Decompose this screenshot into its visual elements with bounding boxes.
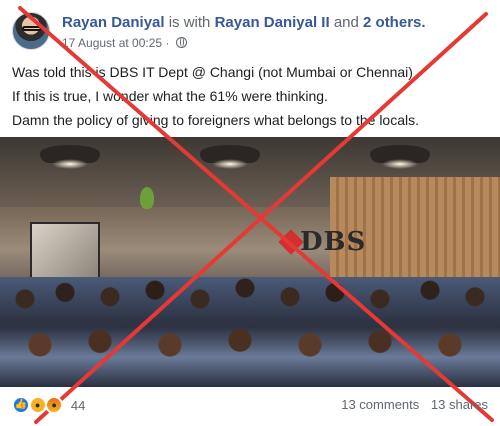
others-link[interactable]: 2 others. (363, 14, 426, 31)
ceiling-lamp (370, 145, 430, 169)
plant (140, 187, 154, 209)
reaction-count[interactable]: 44 (71, 398, 85, 413)
post-meta: 17 August at 00:25 · (62, 36, 187, 50)
angry-icon: ● (45, 396, 64, 414)
wall-poster (30, 222, 100, 282)
post-line: Damn the policy of giving to foreigners … (12, 112, 420, 128)
post-line: Was told this is DBS IT Dept @ Changi (n… (12, 64, 413, 80)
facebook-post: Rayan Daniyal is with Rayan Daniyal II a… (0, 0, 500, 426)
author-avatar[interactable] (12, 12, 50, 50)
post-photo[interactable]: DBS (0, 137, 500, 387)
crowd-front-row (0, 327, 500, 387)
and-text: and (333, 14, 359, 31)
post-footer: 👍 ● ● 44 13 comments 13 shares (12, 396, 488, 416)
comments-count-link[interactable]: 13 comments (341, 397, 419, 412)
post-stats: 13 comments 13 shares (333, 397, 488, 412)
post-author-line: Rayan Daniyal is with Rayan Daniyal II a… (62, 14, 426, 31)
post-timestamp[interactable]: 17 August at 00:25 (62, 36, 162, 50)
shares-count-link[interactable]: 13 shares (431, 397, 488, 412)
reactions[interactable]: 👍 ● ● 44 (12, 396, 85, 414)
with-text: is with (168, 14, 211, 31)
ceiling-lamp (200, 145, 260, 169)
post-line: If this is true, I wonder what the 61% w… (12, 88, 328, 104)
like-icon: 👍 (12, 396, 30, 414)
tagged-user-link[interactable]: Rayan Daniyal II (215, 14, 330, 31)
post-text: Was told this is DBS IT Dept @ Changi (n… (12, 60, 492, 132)
post-header: Rayan Daniyal is with Rayan Daniyal II a… (12, 10, 492, 50)
wow-icon: ● (28, 396, 47, 414)
ceiling-lamp (40, 145, 100, 169)
globe-icon[interactable] (175, 37, 187, 48)
wall-logo-text: DBS (300, 227, 367, 257)
author-name-link[interactable]: Rayan Daniyal (62, 14, 165, 31)
